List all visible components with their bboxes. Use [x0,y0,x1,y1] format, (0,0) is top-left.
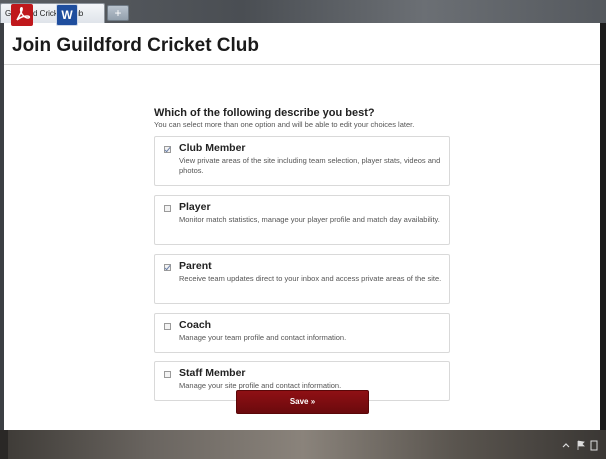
staff-member-checkbox[interactable] [164,371,171,378]
browser-tab-bar: Guildford Cricket Club + [0,0,606,23]
battery-icon [590,440,598,451]
window-frame-right [600,23,606,430]
save-button[interactable]: Save » [236,390,369,414]
option-title: Club Member [179,142,246,154]
question-heading: Which of the following describe you best… [154,107,375,119]
page: Join Guildford Cricket Club Which of the… [4,23,600,430]
svg-text:W: W [61,8,73,22]
coach-checkbox[interactable] [164,323,171,330]
system-tray[interactable] [560,438,600,452]
word-icon[interactable]: W [56,4,78,26]
parent-checkbox[interactable] [164,264,171,271]
option-description: Manage your team profile and contact inf… [179,333,347,342]
page-title: Join Guildford Cricket Club [12,35,260,56]
option-parent[interactable]: Parent Receive team updates direct to yo… [154,254,450,304]
taskbar [0,430,606,459]
chevron-up-icon [562,443,570,448]
option-description: Monitor match statistics, manage your pl… [179,215,440,224]
pdf-icon[interactable] [11,4,33,26]
page-header: Join Guildford Cricket Club [4,23,600,65]
start-button[interactable] [0,430,8,459]
option-description: Receive team updates direct to your inbo… [179,274,442,283]
player-checkbox[interactable] [164,205,171,212]
new-tab-button[interactable]: + [107,5,129,21]
flag-icon [577,440,585,450]
option-player[interactable]: Player Monitor match statistics, manage … [154,195,450,245]
club-member-checkbox[interactable] [164,146,171,153]
option-title: Staff Member [179,367,246,379]
option-title: Coach [179,319,212,331]
option-club-member[interactable]: Club Member View private areas of the si… [154,136,450,186]
question-subtext: You can select more than one option and … [154,120,415,129]
plus-icon: + [114,6,122,20]
option-coach[interactable]: Coach Manage your team profile and conta… [154,313,450,353]
option-title: Player [179,201,211,213]
option-title: Parent [179,260,212,272]
option-description: View private areas of the site including… [179,156,441,175]
